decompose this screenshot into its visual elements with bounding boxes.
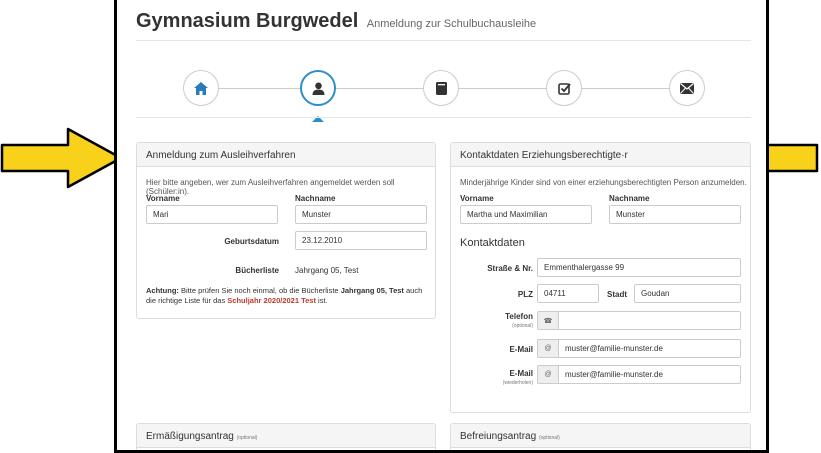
guardian-panel-title: Kontaktdaten Erziehungsberechtigte·r: [451, 143, 750, 167]
warning-text-1: Bitte prüfen Sie noch einmal, ob die Büc…: [178, 286, 341, 295]
step-envelope[interactable]: [669, 70, 705, 106]
guardian-lastname-input[interactable]: Munster: [609, 205, 741, 224]
phone-label: Telefon: [505, 312, 533, 321]
page-subtitle: Anmeldung zur Schulbuchausleihe: [366, 18, 537, 30]
reduction-request-optional: (optional): [236, 435, 258, 441]
reduction-request-panel: Ermäßigungsantrag (optional): [136, 423, 436, 450]
page-title: Gymnasium Burgwedel: [136, 10, 359, 32]
registration-intro: Hier bitte angeben, wer zum Ausleihverfa…: [146, 178, 395, 196]
reduction-request-label: Ermäßigungsantrag: [146, 431, 234, 442]
phone-icon: ☎: [543, 317, 553, 325]
warning-prefix: Achtung:: [146, 286, 179, 295]
step-user[interactable]: [300, 70, 336, 106]
street-input[interactable]: Emmenthalergasse 99: [537, 258, 741, 277]
city-label: Stadt: [607, 290, 627, 299]
steps-divider: [136, 117, 751, 118]
app-frame: Gymnasium Burgwedel Anmeldung zur Schulb…: [114, 0, 769, 453]
warning-text-2: auch: [403, 286, 423, 295]
email-addon: @: [537, 339, 559, 358]
booklist-value: Jahrgang 05, Test: [295, 266, 359, 275]
email-repeat-label: E-Mail: [509, 369, 533, 378]
warning-school-year: Schuljahr 2020/2021 Test: [227, 296, 316, 305]
email-repeat-hint: (wiederholen): [502, 380, 533, 386]
guardian-lastname-label: Nachname: [609, 194, 650, 203]
phone-addon: ☎: [537, 311, 559, 330]
book-icon: [435, 81, 447, 95]
registration-panel: Anmeldung zum Ausleihverfahren Hier bitt…: [136, 142, 436, 319]
street-label: Straße & Nr.: [487, 264, 533, 273]
guardian-contact-panel: Kontaktdaten Erziehungsberechtigte·r Min…: [450, 142, 751, 413]
email-label: E-Mail: [509, 345, 533, 354]
step-book[interactable]: [423, 70, 459, 106]
header-divider: [136, 40, 751, 41]
phone-label-group: Telefon (optional): [471, 313, 533, 330]
birthdate-input[interactable]: 23.12.2010: [295, 231, 427, 250]
guardian-intro: Minderjährige Kinder sind von einer erzi…: [460, 178, 747, 187]
exemption-request-optional: (optional): [538, 435, 560, 441]
warning-text-3: die richtige Liste für das: [146, 296, 228, 305]
booklist-warning: Achtung: Bitte prüfen Sie noch einmal, o…: [146, 286, 431, 306]
guardian-firstname-input[interactable]: Martha und Maximilian: [460, 205, 592, 224]
student-firstname-label: Vorname: [146, 194, 180, 203]
at-icon: @: [544, 345, 552, 352]
email-repeat-label-group: E-Mail (wiederholen): [471, 370, 533, 387]
user-icon: [312, 82, 324, 95]
warning-booklist: Jahrgang 05, Test: [340, 286, 404, 295]
zip-label: PLZ: [517, 290, 533, 299]
at-icon: @: [544, 371, 552, 378]
city-input[interactable]: Goudan: [634, 284, 741, 303]
email-repeat-input[interactable]: muster@familie-munster.de: [558, 365, 741, 384]
birthdate-label: Geburtsdatum: [224, 237, 279, 246]
phone-input[interactable]: [558, 311, 741, 330]
registration-panel-title: Anmeldung zum Ausleihverfahren: [137, 143, 435, 167]
home-icon: [194, 81, 208, 95]
page-header: Gymnasium Burgwedel Anmeldung zur Schulb…: [136, 10, 756, 33]
email-input[interactable]: muster@familie-munster.de: [558, 339, 741, 358]
student-lastname-input[interactable]: Munster: [295, 205, 427, 224]
check-square-icon: [557, 82, 571, 95]
wizard-steps: [117, 70, 766, 122]
warning-text-4: ist.: [315, 296, 328, 305]
zip-input[interactable]: 04711: [537, 284, 599, 303]
student-lastname-label: Nachname: [295, 194, 336, 203]
left-arrow-annotation: [0, 127, 123, 189]
exemption-request-panel: Befreiungsantrag (optional): [450, 423, 751, 450]
exemption-request-label: Befreiungsantrag: [460, 431, 537, 442]
booklist-label: Bücherliste: [235, 266, 279, 275]
envelope-icon: [680, 82, 694, 94]
phone-optional-hint: (optional): [512, 323, 533, 329]
guardian-firstname-label: Vorname: [460, 194, 494, 203]
exemption-request-title[interactable]: Befreiungsantrag (optional): [451, 424, 750, 448]
step-check[interactable]: [546, 70, 582, 106]
reduction-request-title[interactable]: Ermäßigungsantrag (optional): [137, 424, 435, 448]
step-home[interactable]: [183, 70, 219, 106]
student-firstname-input[interactable]: Mari: [146, 205, 278, 224]
email-repeat-addon: @: [537, 365, 559, 384]
contact-heading: Kontaktdaten: [460, 237, 525, 249]
